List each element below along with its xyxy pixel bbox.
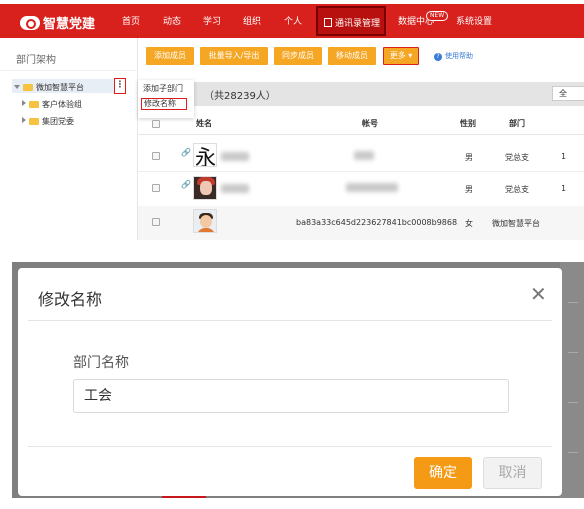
rename-dialog-screenshot: 修改名称 ✕ 部门名称 工会 确定 取消 xyxy=(12,262,584,498)
help-link[interactable]: 使用帮助 xyxy=(434,51,473,61)
divider xyxy=(138,134,584,135)
app-logo[interactable]: 智慧党建 xyxy=(20,13,95,32)
link-icon[interactable]: 🔗 xyxy=(181,181,191,189)
extra-cell: 1 xyxy=(561,184,567,193)
department-cell: 党总支 xyxy=(505,153,529,162)
nav-news[interactable]: 动态 xyxy=(163,14,181,27)
nav-home[interactable]: 首页 xyxy=(122,14,140,27)
row-checkbox[interactable] xyxy=(152,152,160,160)
select-all-partial[interactable]: 全 xyxy=(552,86,584,101)
gender-cell: 男 xyxy=(465,185,473,194)
admin-screenshot: 智慧党建 首页 动态 学习 组织 个人 通讯录管理 数据中心 NEW 系统设置 … xyxy=(0,0,584,240)
folder-icon xyxy=(29,118,39,125)
row-checkbox[interactable] xyxy=(152,184,160,192)
background-page xyxy=(560,262,584,498)
member-count: （共28239人） xyxy=(204,91,276,102)
divider xyxy=(0,70,138,71)
sync-members-button[interactable]: 同步成员 xyxy=(274,47,322,65)
batch-import-export-button[interactable]: 批量导入/导出 xyxy=(200,47,268,65)
collapse-arrow-icon[interactable] xyxy=(22,100,26,106)
sidebar-title: 部门架构 xyxy=(16,55,56,66)
expand-arrow-icon[interactable] xyxy=(14,85,20,89)
nav-study[interactable]: 学习 xyxy=(203,14,221,27)
add-member-button[interactable]: 添加成员 xyxy=(146,47,194,65)
context-menu: 添加子部门 修改名称 xyxy=(138,80,194,118)
cancel-button[interactable]: 取消 xyxy=(483,457,542,489)
move-members-button[interactable]: 移动成员 xyxy=(328,47,376,65)
cloud-logo-icon xyxy=(20,16,40,30)
top-navbar: 智慧党建 首页 动态 学习 组织 个人 通讯录管理 数据中心 NEW 系统设置 xyxy=(0,4,584,38)
gender-cell: 女 xyxy=(465,219,473,228)
collapse-arrow-icon[interactable] xyxy=(22,117,26,123)
avatar: 永 xyxy=(193,143,217,167)
extra-cell: 1 xyxy=(561,152,567,161)
department-cell: 党总支 xyxy=(505,185,529,194)
blurred-account xyxy=(354,151,374,160)
gender-cell: 男 xyxy=(465,153,473,162)
more-options-icon[interactable]: ⋮ xyxy=(114,78,126,94)
row-checkbox[interactable] xyxy=(152,218,160,226)
nav-personal[interactable]: 个人 xyxy=(284,14,302,27)
link-icon[interactable]: 🔗 xyxy=(181,149,191,157)
select-all-checkbox[interactable] xyxy=(152,120,160,128)
nav-contacts-management[interactable]: 通讯录管理 xyxy=(316,6,386,36)
folder-icon xyxy=(29,101,39,108)
dialog-title: 修改名称 xyxy=(38,290,103,309)
folder-icon xyxy=(23,84,33,91)
menu-rename[interactable]: 修改名称 xyxy=(141,98,187,110)
nav-org[interactable]: 组织 xyxy=(243,14,261,27)
divider xyxy=(28,320,552,321)
header-department: 部门 xyxy=(509,119,525,128)
account-cell: ba83a33c645d223627841bc0008b9868 xyxy=(296,218,458,227)
nav-settings[interactable]: 系统设置 xyxy=(456,14,492,27)
avatar xyxy=(193,176,217,200)
divider xyxy=(28,446,552,447)
divider xyxy=(138,171,584,172)
more-button[interactable]: 更多 ▾ xyxy=(383,47,419,65)
department-name-input[interactable]: 工会 xyxy=(73,379,509,413)
tree-item-group-committee[interactable]: 集团党委 xyxy=(22,116,74,127)
rename-dialog: 修改名称 ✕ 部门名称 工会 确定 取消 xyxy=(18,268,562,496)
spacer xyxy=(0,240,584,262)
department-sidebar: 部门架构 微加智慧平台 客户体验组 集团党委 ⋮ xyxy=(0,38,138,240)
menu-add-sub-department[interactable]: 添加子部门 xyxy=(143,83,183,94)
dropdown-caret-icon: ▾ xyxy=(408,51,413,60)
blurred-name xyxy=(221,152,249,161)
new-badge: NEW xyxy=(426,11,449,21)
blurred-account xyxy=(346,183,398,192)
department-cell: 微加智慧平台 xyxy=(492,219,540,228)
close-icon[interactable]: ✕ xyxy=(530,284,547,304)
blurred-name xyxy=(221,184,249,193)
tree-item-root[interactable]: 微加智慧平台 xyxy=(14,82,84,93)
header-name: 姓名 xyxy=(196,119,212,128)
department-name-label: 部门名称 xyxy=(73,355,129,371)
header-account: 帐号 xyxy=(362,119,378,128)
avatar xyxy=(193,209,217,233)
header-gender: 性别 xyxy=(460,119,476,128)
tree-item-customer-group[interactable]: 客户体验组 xyxy=(22,99,82,110)
confirm-button[interactable]: 确定 xyxy=(414,457,472,489)
